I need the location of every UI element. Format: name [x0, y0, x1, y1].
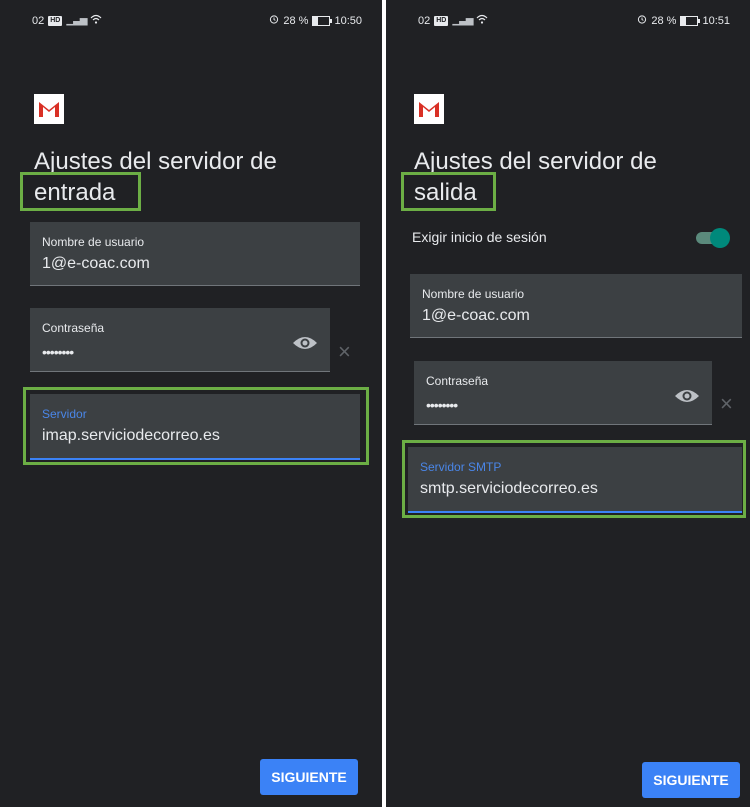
password-field[interactable]: Contraseña •••••••• [30, 308, 330, 372]
signal-icon: ▁▃▅ [452, 15, 473, 26]
smtp-server-label: Servidor SMTP [420, 460, 502, 474]
signal-icon: ▁▃▅ [66, 15, 87, 26]
alarm-icon [637, 14, 647, 27]
password-label: Contraseña [426, 374, 489, 388]
username-value[interactable]: 1@e-coac.com [42, 255, 150, 273]
password-value[interactable]: •••••••• [426, 397, 458, 413]
clear-icon[interactable]: × [720, 393, 736, 415]
hd-badge: HD [434, 15, 449, 26]
outgoing-server-screen: 02 HD ▁▃▅ 28 % 10:51 Ajustes del servido… [386, 0, 750, 807]
gmail-logo [34, 94, 64, 124]
battery-percent: 28 % [283, 14, 309, 27]
title-highlight-box [20, 172, 141, 211]
carrier-label: 02 [418, 14, 431, 27]
username-label: Nombre de usuario [422, 287, 525, 301]
eye-icon[interactable] [292, 334, 318, 352]
eye-icon[interactable] [674, 387, 700, 405]
smtp-server-value[interactable]: smtp.serviciodecorreo.es [420, 480, 598, 498]
battery-icon [312, 15, 333, 26]
clock: 10:51 [702, 14, 730, 27]
wifi-icon [476, 14, 488, 27]
status-bar: 02 HD ▁▃▅ 28 % 10:50 [0, 12, 382, 32]
password-label: Contraseña [42, 321, 105, 335]
smtp-server-field[interactable]: Servidor SMTP smtp.serviciodecorreo.es [408, 447, 742, 513]
next-button[interactable]: SIGUIENTE [642, 762, 740, 798]
server-value[interactable]: imap.serviciodecorreo.es [42, 427, 220, 445]
alarm-icon [269, 14, 279, 27]
gmail-logo [414, 94, 444, 124]
clock: 10:50 [334, 14, 362, 27]
battery-icon [680, 15, 701, 26]
hd-badge: HD [48, 15, 63, 26]
require-login-toggle[interactable] [696, 228, 730, 248]
battery-percent: 28 % [651, 14, 677, 27]
require-login-row[interactable]: Exigir inicio de sesión [412, 226, 730, 250]
clear-icon[interactable]: × [338, 341, 354, 363]
require-login-label: Exigir inicio de sesión [412, 229, 547, 245]
username-field[interactable]: Nombre de usuario 1@e-coac.com [410, 274, 742, 338]
password-field[interactable]: Contraseña •••••••• [414, 361, 712, 425]
password-value[interactable]: •••••••• [42, 344, 74, 360]
next-button[interactable]: SIGUIENTE [260, 759, 358, 795]
server-field[interactable]: Servidor imap.serviciodecorreo.es [30, 394, 360, 460]
server-label: Servidor [42, 407, 87, 421]
incoming-server-screen: 02 HD ▁▃▅ 28 % 10:50 Ajustes del servido… [0, 0, 382, 807]
status-bar: 02 HD ▁▃▅ 28 % 10:51 [386, 12, 750, 32]
carrier-label: 02 [32, 14, 45, 27]
wifi-icon [90, 14, 102, 27]
title-highlight-box [401, 172, 496, 211]
username-label: Nombre de usuario [42, 235, 145, 249]
username-field[interactable]: Nombre de usuario 1@e-coac.com [30, 222, 360, 286]
toggle-knob [710, 228, 730, 248]
username-value[interactable]: 1@e-coac.com [422, 307, 530, 325]
